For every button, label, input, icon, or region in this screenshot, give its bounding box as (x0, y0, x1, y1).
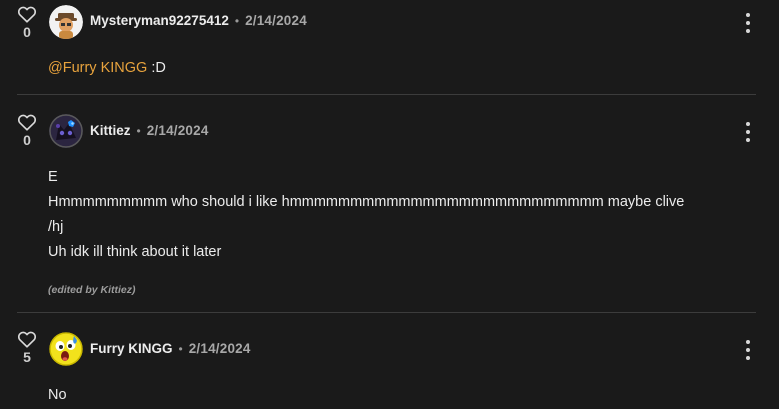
like-control[interactable]: 0 (17, 5, 37, 40)
heart-outline-icon[interactable] (17, 330, 37, 348)
like-count: 0 (23, 132, 31, 148)
kebab-menu-icon[interactable] (745, 340, 751, 360)
comment-body: @Furry KINGG :D (48, 56, 166, 81)
like-count: 5 (23, 349, 31, 365)
comment-divider (17, 312, 756, 313)
avatar-mysteryman-icon (49, 5, 83, 39)
like-count: 0 (23, 24, 31, 40)
comment-body: E Hmmmmmmmmm who should i like hmmmmmmmm… (48, 165, 684, 265)
comment-line: /hj (48, 219, 64, 235)
separator-dot: • (136, 123, 141, 138)
comment-date: 2/14/2024 (245, 13, 307, 28)
comment-divider (17, 94, 756, 95)
comment-meta: Kittiez • 2/14/2024 (90, 123, 209, 138)
username[interactable]: Mysteryman92275412 (90, 13, 229, 28)
avatar[interactable] (49, 114, 83, 148)
heart-outline-icon[interactable] (17, 5, 37, 23)
avatar[interactable] (49, 332, 83, 366)
mention-link[interactable]: @Furry KINGG (48, 60, 147, 76)
comment-line: E (48, 169, 58, 185)
username[interactable]: Furry KINGG (90, 341, 173, 356)
comment-date: 2/14/2024 (146, 123, 209, 138)
kebab-menu-icon[interactable] (745, 122, 751, 142)
edited-note: (edited by Kittiez) (48, 284, 136, 296)
like-control[interactable]: 0 (17, 113, 37, 148)
like-control[interactable]: 5 (17, 330, 37, 365)
comment-line: Uh idk ill think about it later (48, 244, 222, 260)
avatar[interactable] (49, 5, 83, 39)
username[interactable]: Kittiez (90, 123, 131, 138)
comment-text: :D (147, 60, 166, 76)
comment-line: Hmmmmmmmmm who should i like hmmmmmmmmmm… (48, 194, 685, 210)
comment-meta: Furry KINGG • 2/14/2024 (90, 341, 251, 356)
kebab-menu-icon[interactable] (745, 13, 751, 33)
avatar-furry-kingg-icon (49, 332, 83, 366)
separator-dot: • (178, 341, 183, 356)
heart-outline-icon[interactable] (17, 113, 37, 131)
comment-text: No (48, 387, 67, 403)
separator-dot: • (234, 13, 240, 28)
comment-meta: Mysteryman92275412 • 2/14/2024 (90, 13, 307, 28)
comment-body: No (48, 383, 67, 408)
comment-date: 2/14/2024 (188, 341, 251, 356)
avatar-kittiez-icon (49, 114, 83, 148)
